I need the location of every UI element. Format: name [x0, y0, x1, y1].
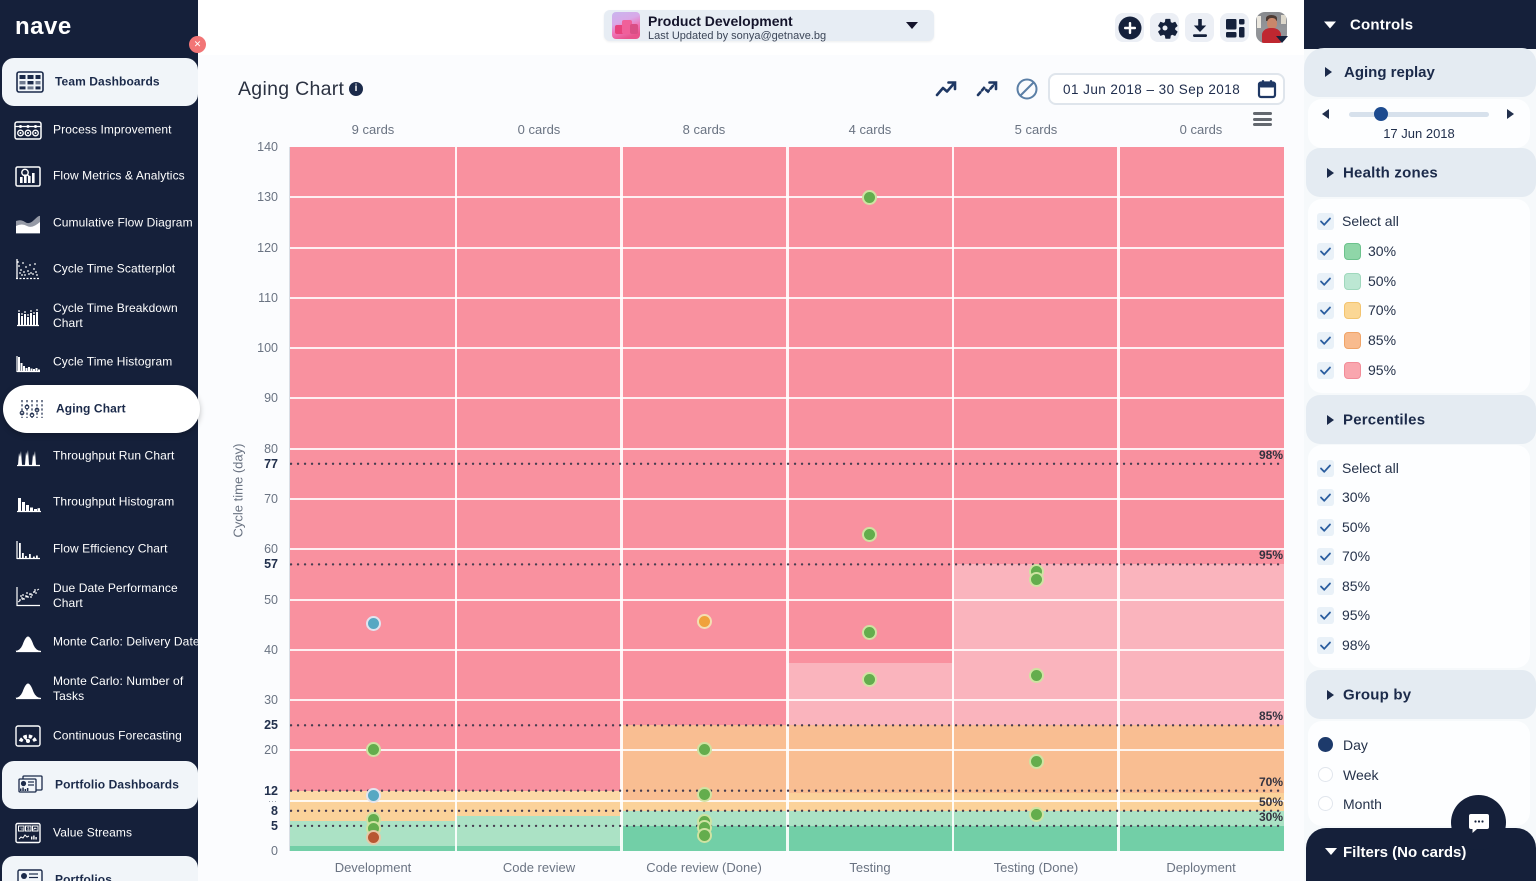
svg-text:$: $ [27, 826, 30, 831]
svg-text:%: % [20, 826, 23, 830]
